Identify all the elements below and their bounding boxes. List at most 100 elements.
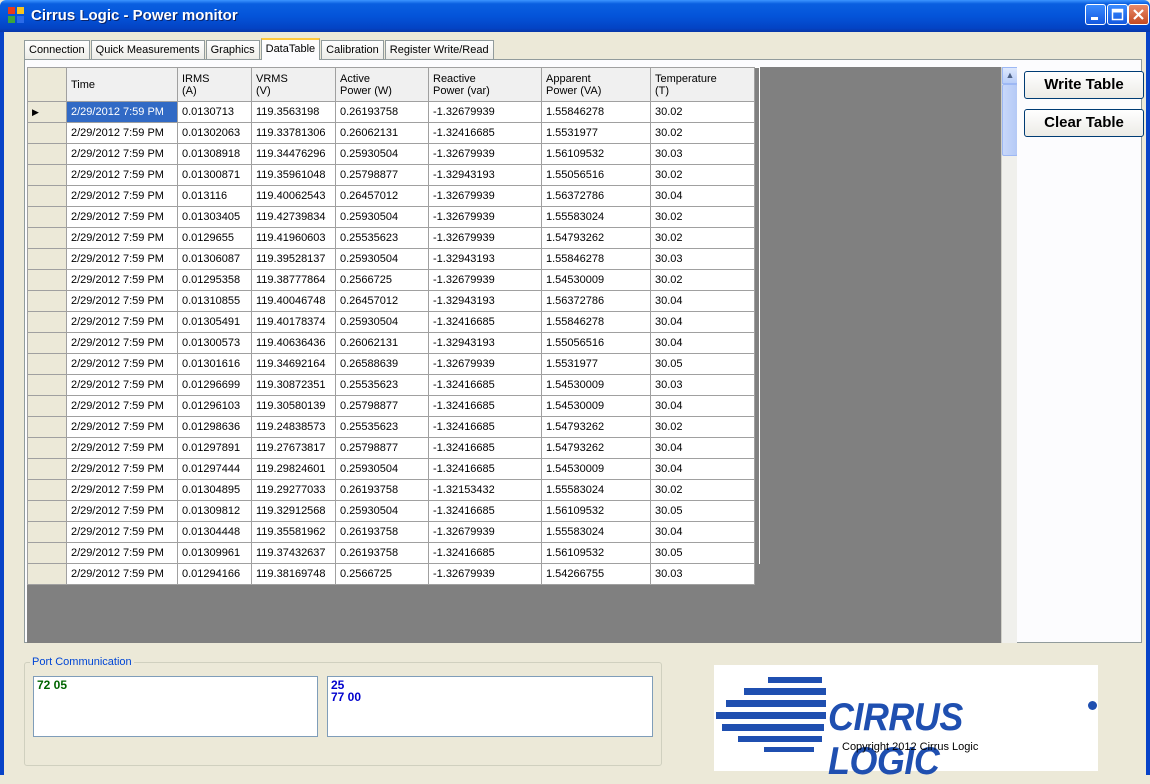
table-cell[interactable]: 119.32912568: [251, 500, 336, 522]
column-header[interactable]: Apparent Power (VA): [541, 67, 651, 102]
row-header[interactable]: [27, 248, 67, 270]
table-cell[interactable]: 119.24838573: [251, 416, 336, 438]
table-cell[interactable]: 0.2566725: [335, 269, 429, 291]
table-cell[interactable]: 30.02: [650, 227, 755, 249]
table-cell[interactable]: -1.32679939: [428, 563, 542, 585]
table-cell[interactable]: 2/29/2012 7:59 PM: [66, 185, 178, 207]
table-cell[interactable]: 1.56372786: [541, 290, 651, 312]
table-cell[interactable]: 30.02: [650, 122, 755, 144]
table-cell[interactable]: 1.54530009: [541, 458, 651, 480]
table-cell[interactable]: 0.25535623: [335, 227, 429, 249]
row-header[interactable]: [27, 227, 67, 249]
table-cell[interactable]: 2/29/2012 7:59 PM: [66, 311, 178, 333]
table-cell[interactable]: 2/29/2012 7:59 PM: [66, 500, 178, 522]
table-cell[interactable]: 30.04: [650, 311, 755, 333]
table-cell[interactable]: 0.26062131: [335, 332, 429, 354]
row-header[interactable]: [27, 521, 67, 543]
table-cell[interactable]: 2/29/2012 7:59 PM: [66, 227, 178, 249]
table-cell[interactable]: -1.32416685: [428, 542, 542, 564]
table-cell[interactable]: 0.01303405: [177, 206, 252, 228]
table-row[interactable]: 2/29/2012 7:59 PM 0.01301616 119.34692164 0…: [27, 353, 760, 375]
table-cell[interactable]: 1.54530009: [541, 269, 651, 291]
row-header[interactable]: [27, 479, 67, 501]
table-cell[interactable]: 0.25930504: [335, 248, 429, 270]
row-header[interactable]: [27, 332, 67, 354]
table-cell[interactable]: -1.32416685: [428, 311, 542, 333]
column-header[interactable]: Temperature (T): [650, 67, 755, 102]
table-cell[interactable]: 2/29/2012 7:59 PM: [66, 143, 178, 165]
table-cell[interactable]: 119.40062543: [251, 185, 336, 207]
table-cell[interactable]: 0.25930504: [335, 311, 429, 333]
table-cell[interactable]: 30.04: [650, 185, 755, 207]
table-cell[interactable]: 30.02: [650, 479, 755, 501]
table-cell[interactable]: 30.03: [650, 143, 755, 165]
column-header[interactable]: Active Power (W): [335, 67, 429, 102]
column-header[interactable]: VRMS (V): [251, 67, 336, 102]
table-cell[interactable]: 2/29/2012 7:59 PM: [66, 521, 178, 543]
table-cell[interactable]: 0.01308918: [177, 143, 252, 165]
tab-datatable[interactable]: DataTable: [260, 38, 321, 60]
table-cell[interactable]: 0.01304895: [177, 479, 252, 501]
table-cell[interactable]: 0.25930504: [335, 458, 429, 480]
table-cell[interactable]: 30.04: [650, 290, 755, 312]
table-row[interactable]: 2/29/2012 7:59 PM 0.01295358 119.38777864 0…: [27, 269, 760, 291]
table-cell[interactable]: 1.5531977: [541, 122, 651, 144]
row-header[interactable]: [27, 458, 67, 480]
table-cell[interactable]: 30.02: [650, 269, 755, 291]
table-cell[interactable]: 1.55056516: [541, 332, 651, 354]
table-cell[interactable]: -1.32416685: [428, 458, 542, 480]
table-cell[interactable]: -1.32153432: [428, 479, 542, 501]
data-grid[interactable]: Time IRMS (A) VRMS (V) Active Power (W) Reactiv…: [27, 67, 1017, 643]
table-row[interactable]: 2/29/2012 7:59 PM 0.01303405 119.42739834 0…: [27, 206, 760, 228]
table-row[interactable]: 2/29/2012 7:59 PM 0.01310855 119.40046748 0…: [27, 290, 760, 312]
table-cell[interactable]: 0.25930504: [335, 206, 429, 228]
table-cell[interactable]: -1.32416685: [428, 437, 542, 459]
table-cell[interactable]: 2/29/2012 7:59 PM: [66, 290, 178, 312]
table-cell[interactable]: 30.02: [650, 101, 755, 123]
row-header[interactable]: [27, 311, 67, 333]
table-row[interactable]: 2/29/2012 7:59 PM 0.01300871 119.35961048 0…: [27, 164, 760, 186]
table-row[interactable]: 2/29/2012 7:59 PM 0.01296103 119.30580139 0…: [27, 395, 760, 417]
table-cell[interactable]: 0.01296699: [177, 374, 252, 396]
table-cell[interactable]: 1.55056516: [541, 164, 651, 186]
table-cell[interactable]: -1.32679939: [428, 269, 542, 291]
table-cell[interactable]: -1.32679939: [428, 206, 542, 228]
table-cell[interactable]: 2/29/2012 7:59 PM: [66, 206, 178, 228]
table-row[interactable]: 2/29/2012 7:59 PM 0.01306087 119.39528137 0…: [27, 248, 760, 270]
table-cell[interactable]: 119.41960603: [251, 227, 336, 249]
row-header[interactable]: [27, 290, 67, 312]
tab-calibration[interactable]: Calibration: [321, 40, 384, 60]
scroll-up-icon[interactable]: ▲: [1002, 67, 1017, 84]
table-cell[interactable]: 119.38169748: [251, 563, 336, 585]
table-cell[interactable]: 0.25798877: [335, 437, 429, 459]
table-cell[interactable]: 2/29/2012 7:59 PM: [66, 164, 178, 186]
table-cell[interactable]: 119.39528137: [251, 248, 336, 270]
table-cell[interactable]: 2/29/2012 7:59 PM: [66, 395, 178, 417]
table-cell[interactable]: 0.01304448: [177, 521, 252, 543]
table-cell[interactable]: 0.25535623: [335, 374, 429, 396]
row-header[interactable]: [27, 542, 67, 564]
table-cell[interactable]: -1.32943193: [428, 164, 542, 186]
table-cell[interactable]: 0.01306087: [177, 248, 252, 270]
table-cell[interactable]: 0.013116: [177, 185, 252, 207]
table-cell[interactable]: 2/29/2012 7:59 PM: [66, 563, 178, 585]
row-header[interactable]: [27, 185, 67, 207]
close-button[interactable]: [1128, 4, 1149, 25]
table-cell[interactable]: 1.56109532: [541, 542, 651, 564]
table-cell[interactable]: 0.25798877: [335, 164, 429, 186]
table-cell[interactable]: 30.03: [650, 374, 755, 396]
table-cell[interactable]: 30.02: [650, 164, 755, 186]
table-row[interactable]: 2/29/2012 7:59 PM 0.0129655 119.41960603 0.…: [27, 227, 760, 249]
table-cell[interactable]: 1.55583024: [541, 206, 651, 228]
tab-graphics[interactable]: Graphics: [205, 40, 260, 60]
row-header[interactable]: [27, 416, 67, 438]
row-header[interactable]: [27, 164, 67, 186]
table-cell[interactable]: 0.01294166: [177, 563, 252, 585]
table-cell[interactable]: 30.05: [650, 500, 755, 522]
minimize-button[interactable]: [1085, 4, 1106, 25]
table-cell[interactable]: -1.32416685: [428, 500, 542, 522]
table-cell[interactable]: 0.25930504: [335, 143, 429, 165]
table-cell[interactable]: -1.32679939: [428, 143, 542, 165]
table-cell[interactable]: 0.01300573: [177, 332, 252, 354]
table-cell[interactable]: 1.54266755: [541, 563, 651, 585]
